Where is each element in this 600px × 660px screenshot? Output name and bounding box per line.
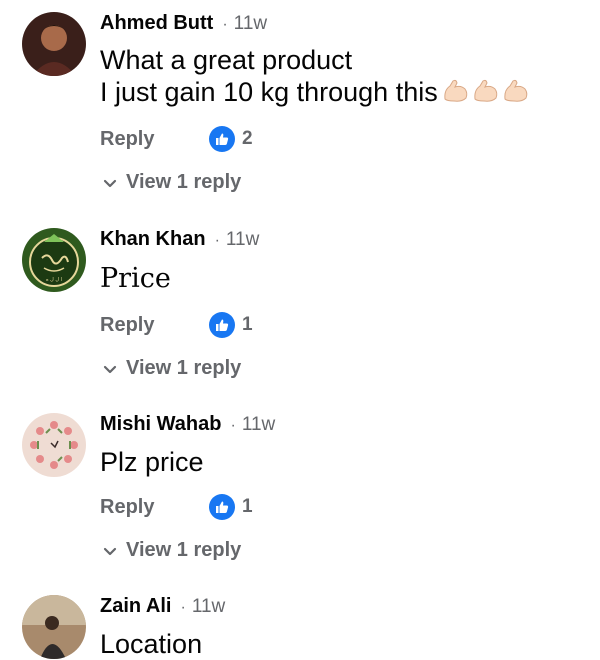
comment-text-line: Price <box>100 263 171 294</box>
comment-text: Location <box>100 628 202 660</box>
comment-text: Price <box>100 263 171 295</box>
thumbs-up-icon <box>209 494 235 520</box>
flexed-biceps-emoji <box>504 79 528 102</box>
view-replies-label: View 1 reply <box>126 171 242 193</box>
avatar[interactable] <box>22 595 86 659</box>
chevron-down-icon <box>103 365 117 373</box>
view-replies-button[interactable]: View 1 reply <box>102 357 241 380</box>
comment-text: What a great product I just gain 10 kg t… <box>100 44 530 108</box>
thumbs-up-icon <box>209 312 235 338</box>
view-replies-label: View 1 reply <box>126 357 242 379</box>
separator-dot: · <box>180 599 186 616</box>
timestamp[interactable]: 11w <box>242 414 275 436</box>
author-name[interactable]: Khan Khan <box>100 228 206 251</box>
comment-text: Plz price <box>100 446 204 478</box>
view-replies-button[interactable]: View 1 reply <box>102 539 241 562</box>
reply-button[interactable]: Reply <box>100 496 154 519</box>
author-name[interactable]: Mishi Wahab <box>100 413 221 436</box>
reaction-summary[interactable]: 2 <box>209 126 253 152</box>
chevron-down-icon <box>103 547 117 555</box>
separator-dot: · <box>222 16 228 33</box>
reaction-summary[interactable]: 1 <box>209 312 253 338</box>
like-count: 2 <box>242 128 253 149</box>
flexed-biceps-emoji <box>444 79 468 102</box>
reaction-summary[interactable]: 1 <box>209 494 253 520</box>
reply-button[interactable]: Reply <box>100 314 154 337</box>
reply-button[interactable]: Reply <box>100 128 154 151</box>
comment-header: Ahmed Butt · 11w <box>100 12 267 35</box>
comment-text-line: What a great product <box>100 45 353 75</box>
svg-text:ا ل ل ه: ا ل ل ه <box>46 277 62 283</box>
avatar[interactable] <box>22 413 86 477</box>
view-replies-label: View 1 reply <box>126 539 242 561</box>
separator-dot: · <box>214 232 220 249</box>
author-name[interactable]: Ahmed Butt <box>100 12 213 35</box>
timestamp[interactable]: 11w <box>234 13 267 35</box>
comment-text-line: I just gain 10 kg through this <box>100 76 530 108</box>
separator-dot: · <box>230 417 236 434</box>
comment-header: Khan Khan · 11w <box>100 228 259 251</box>
comment-text-line: Location <box>100 629 203 659</box>
author-name[interactable]: Zain Ali <box>100 595 171 618</box>
view-replies-button[interactable]: View 1 reply <box>102 171 241 194</box>
comment-header: Mishi Wahab · 11w <box>100 413 275 436</box>
chevron-down-icon <box>103 179 117 187</box>
comment-header: Zain Ali · 11w <box>100 595 225 618</box>
avatar[interactable] <box>22 12 86 76</box>
comment-text-line: Plz price <box>100 447 204 477</box>
avatar[interactable]: ا ل ل ه <box>22 228 86 292</box>
timestamp[interactable]: 11w <box>226 229 259 251</box>
thumbs-up-icon <box>209 126 235 152</box>
flexed-biceps-emoji <box>474 79 498 102</box>
emoji-group <box>442 77 530 105</box>
timestamp[interactable]: 11w <box>192 596 225 618</box>
like-count: 1 <box>242 496 253 517</box>
like-count: 1 <box>242 314 253 335</box>
